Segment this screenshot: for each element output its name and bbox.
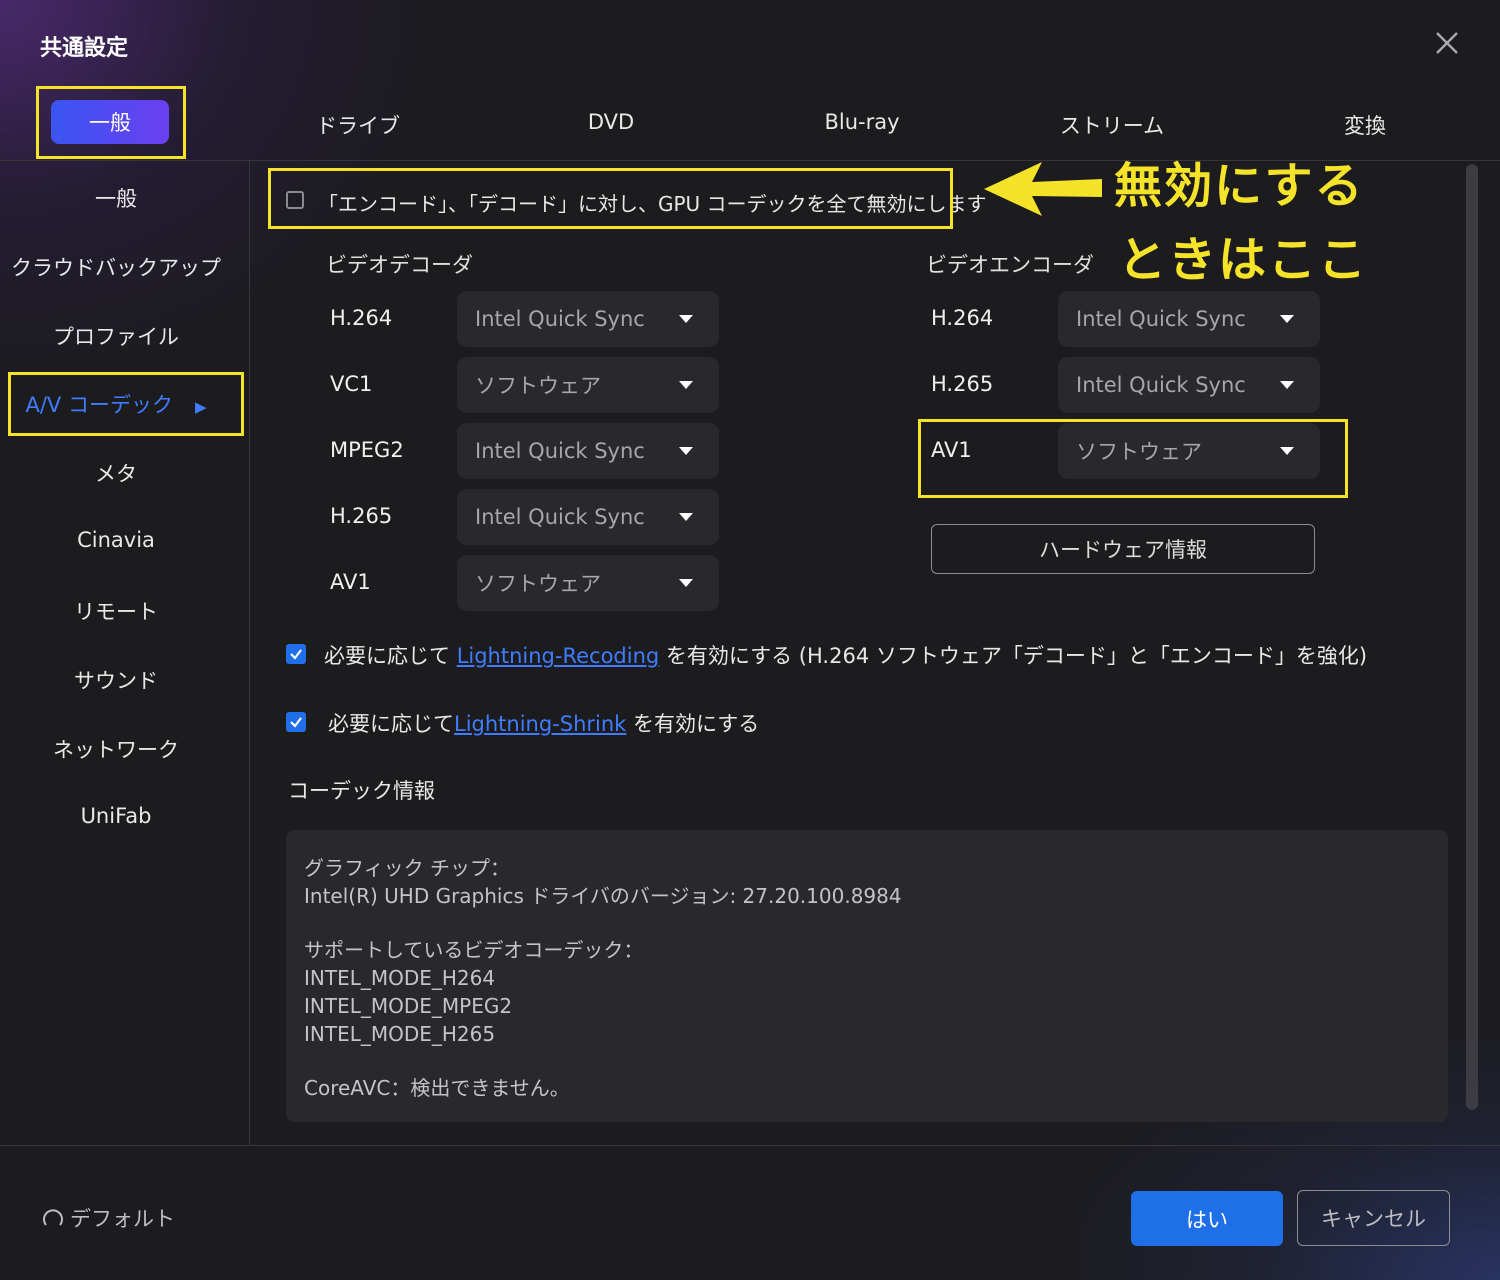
sidebar-item-meta[interactable]: メタ — [0, 458, 232, 488]
encoder-av1-dropdown[interactable]: ソフトウェア — [1058, 423, 1320, 479]
list-item: INTEL_MODE_H265 — [304, 1022, 496, 1046]
window-title: 共通設定 — [40, 36, 129, 61]
sidebar-item-av-codec[interactable]: A/V コーデック ▶ — [0, 389, 232, 419]
encoder-h265-dropdown[interactable]: Intel Quick Sync — [1058, 357, 1320, 413]
cancel-button[interactable]: キャンセル — [1297, 1190, 1450, 1246]
list-item: INTEL_MODE_H264 — [304, 966, 496, 990]
option-text: 必要に応じて — [324, 644, 450, 668]
decoder-h264-dropdown[interactable]: Intel Quick Sync — [457, 291, 719, 347]
top-tab-bluray[interactable]: Blu-ray — [782, 110, 942, 134]
lightning-recoding-option: 必要に応じて Lightning-Recoding を有効にする (H.264 … — [324, 640, 1367, 670]
divider — [249, 161, 250, 1145]
decoder-h265-dropdown[interactable]: Intel Quick Sync — [457, 489, 719, 545]
driver-version: Intel(R) UHD Graphics ドライバのバージョン: 27.20.… — [304, 884, 902, 908]
default-label: デフォルト — [70, 1207, 175, 1231]
lightning-recoding-checkbox[interactable] — [286, 644, 306, 664]
caret-down-icon — [679, 513, 693, 521]
sidebar-item-unifab[interactable]: UniFab — [0, 804, 232, 828]
sidebar-item-label: A/V コーデック — [25, 393, 173, 417]
sidebar-item-remote[interactable]: リモート — [0, 596, 232, 626]
caret-down-icon — [679, 447, 693, 455]
annotation-text: ときはここ — [1118, 232, 1369, 288]
sidebar-item-cloud-backup[interactable]: クラウドバックアップ — [0, 252, 232, 282]
decoder-label-h264: H.264 — [330, 306, 393, 330]
top-tab-drive[interactable]: ドライブ — [278, 110, 438, 140]
video-encoder-title: ビデオエンコーダ — [926, 253, 1094, 277]
encoder-h264-dropdown[interactable]: Intel Quick Sync — [1058, 291, 1320, 347]
video-decoder-title: ビデオデコーダ — [326, 253, 473, 277]
decoder-label-vc1: VC1 — [330, 372, 373, 396]
top-tab-general[interactable]: 一般 — [51, 100, 169, 144]
refresh-icon — [40, 1205, 66, 1231]
caret-down-icon — [679, 315, 693, 323]
divider — [0, 1145, 1500, 1146]
sidebar-item-sound[interactable]: サウンド — [0, 665, 232, 695]
default-button[interactable]: デフォルト — [40, 1203, 175, 1233]
caret-down-icon — [679, 579, 693, 587]
dropdown-value: Intel Quick Sync — [475, 307, 645, 331]
caret-down-icon — [1280, 315, 1294, 323]
option-text: を有効にする (H.264 ソフトウェア「デコード」と「エンコード」を強化) — [665, 644, 1368, 668]
dropdown-value: Intel Quick Sync — [475, 505, 645, 529]
codec-info-panel: グラフィック チップ： Intel(R) UHD Graphics ドライバのバ… — [286, 830, 1448, 1122]
check-icon — [290, 717, 302, 728]
dropdown-value: Intel Quick Sync — [1076, 307, 1246, 331]
top-tab-convert[interactable]: 変換 — [1285, 110, 1445, 140]
dropdown-value: Intel Quick Sync — [475, 439, 645, 463]
lightning-shrink-checkbox[interactable] — [286, 712, 306, 732]
sidebar-item-general[interactable]: 一般 — [0, 183, 232, 213]
close-icon — [1436, 32, 1458, 54]
lightning-shrink-option: 必要に応じてLightning-Shrink を有効にする — [328, 708, 759, 738]
graphics-chip-label: グラフィック チップ： — [304, 856, 510, 880]
sidebar-item-network[interactable]: ネットワーク — [0, 734, 232, 764]
dropdown-value: ソフトウェア — [475, 572, 601, 596]
dropdown-value: ソフトウェア — [475, 374, 601, 398]
list-item: INTEL_MODE_MPEG2 — [304, 994, 513, 1018]
caret-down-icon — [1280, 381, 1294, 389]
encoder-label-av1: AV1 — [931, 438, 972, 462]
sidebar-item-cinavia[interactable]: Cinavia — [0, 528, 232, 552]
decoder-label-mpeg2: MPEG2 — [330, 438, 404, 462]
caret-down-icon — [679, 381, 693, 389]
decoder-label-av1: AV1 — [330, 570, 371, 594]
coreavc-status: CoreAVC：検出できません。 — [304, 1076, 570, 1100]
top-tab-dvd[interactable]: DVD — [531, 110, 691, 134]
dropdown-value: Intel Quick Sync — [1076, 373, 1246, 397]
chevron-right-icon: ▶ — [194, 398, 207, 416]
lightning-recoding-link[interactable]: Lightning-Recoding — [457, 644, 660, 668]
gpu-disable-label: 「エンコード」、「デコード」に対し、GPU コーデックを全て無効にします — [318, 192, 987, 216]
check-icon — [290, 649, 302, 660]
supported-codecs-label: サポートしているビデオコーデック： — [304, 938, 644, 962]
dropdown-value: ソフトウェア — [1076, 440, 1202, 464]
decoder-vc1-dropdown[interactable]: ソフトウェア — [457, 357, 719, 413]
hardware-info-button[interactable]: ハードウェア情報 — [931, 524, 1315, 574]
gpu-disable-checkbox[interactable] — [286, 191, 304, 209]
encoder-label-h265: H.265 — [931, 372, 994, 396]
lightning-shrink-link[interactable]: Lightning-Shrink — [454, 712, 626, 736]
decoder-label-h265: H.265 — [330, 504, 393, 528]
scrollbar[interactable] — [1466, 164, 1478, 1110]
top-tab-stream[interactable]: ストリーム — [1032, 110, 1192, 140]
codec-info-title: コーデック情報 — [288, 779, 435, 803]
option-text: 必要に応じて — [328, 712, 454, 736]
encoder-label-h264: H.264 — [931, 306, 994, 330]
decoder-av1-dropdown[interactable]: ソフトウェア — [457, 555, 719, 611]
left-arrow-icon — [984, 162, 1102, 216]
caret-down-icon — [1280, 447, 1294, 455]
yes-button[interactable]: はい — [1131, 1191, 1283, 1246]
annotation-text: 無効にする — [1114, 158, 1365, 214]
decoder-mpeg2-dropdown[interactable]: Intel Quick Sync — [457, 423, 719, 479]
sidebar-item-profile[interactable]: プロファイル — [0, 321, 232, 351]
option-text: を有効にする — [633, 712, 760, 736]
close-button[interactable] — [1430, 26, 1464, 60]
